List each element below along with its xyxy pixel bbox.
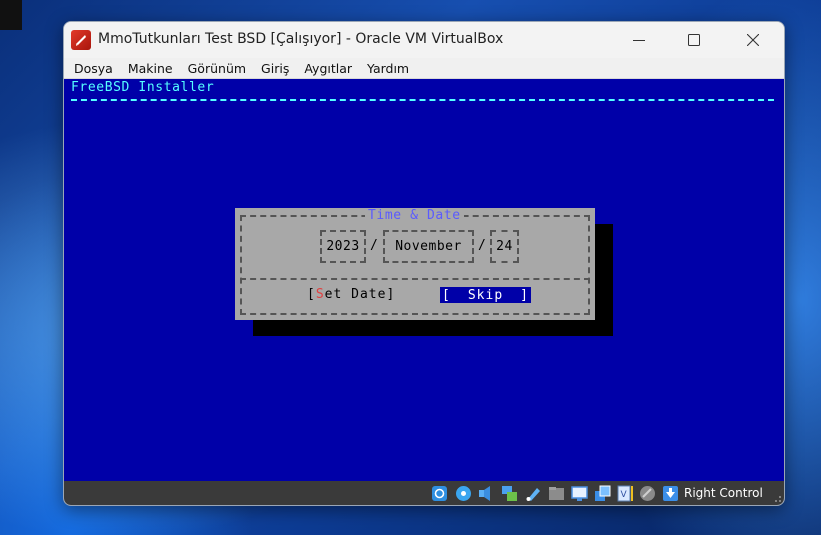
hard-disk-icon[interactable] — [431, 485, 448, 502]
resize-grip-icon[interactable] — [772, 493, 782, 503]
window-title: MmoTutkunları Test BSD [Çalışıyor] - Ora… — [98, 31, 504, 47]
usb-icon[interactable] — [525, 485, 542, 502]
skip-bracket-close: ] — [520, 287, 529, 303]
vm-screen[interactable]: FreeBSD Installer Time & Date 2023 / Nov… — [64, 79, 784, 481]
host-key-label: Right Control — [684, 486, 763, 500]
minimize-button[interactable] — [616, 27, 662, 53]
shared-folder-icon[interactable] — [548, 485, 565, 502]
set-date-label: et Date] — [324, 287, 396, 302]
skip-button[interactable]: [ Skip ] — [440, 287, 531, 303]
date-separator: / — [370, 238, 378, 253]
menu-aygitlar[interactable]: Aygıtlar — [304, 61, 352, 76]
maximize-button[interactable] — [671, 27, 717, 53]
maximize-icon — [688, 34, 700, 46]
skip-label: Skip — [467, 287, 504, 303]
recording-icon[interactable] — [594, 485, 611, 502]
svg-text:V: V — [621, 490, 628, 500]
status-bar: V Right Control — [64, 481, 784, 505]
close-icon — [747, 34, 759, 46]
month-field[interactable]: November — [383, 230, 474, 263]
desktop-corner — [0, 0, 22, 30]
year-field[interactable]: 2023 — [320, 230, 366, 263]
menu-bar: Dosya Makine Görünüm Giriş Aygıtlar Yard… — [64, 58, 784, 79]
skip-bracket-open: [ — [442, 287, 451, 303]
installer-title: FreeBSD Installer — [71, 80, 215, 95]
date-separator: / — [478, 238, 486, 253]
virtualbox-app-icon — [71, 30, 91, 50]
audio-icon[interactable] — [478, 485, 495, 502]
mouse-integration-icon[interactable] — [639, 485, 656, 502]
menu-makine[interactable]: Makine — [128, 61, 173, 76]
host-key-arrow-icon — [663, 486, 678, 501]
network-icon[interactable] — [501, 485, 518, 502]
set-date-button[interactable]: [Set Date] — [307, 287, 395, 302]
virtualization-icon[interactable]: V — [617, 485, 634, 502]
day-field[interactable]: 24 — [490, 230, 519, 263]
virtualbox-window: MmoTutkunları Test BSD [Çalışıyor] - Ora… — [63, 21, 785, 506]
menu-yardim[interactable]: Yardım — [367, 61, 409, 76]
title-bar[interactable]: MmoTutkunları Test BSD [Çalışıyor] - Ora… — [64, 22, 784, 58]
dialog-separator — [240, 278, 590, 280]
menu-giris[interactable]: Giriş — [261, 61, 289, 76]
close-button[interactable] — [730, 27, 776, 53]
title-underline — [71, 99, 774, 101]
set-date-hotkey: S — [315, 287, 325, 302]
minimize-icon — [633, 40, 645, 41]
optical-disk-icon[interactable] — [455, 485, 472, 502]
display-icon[interactable] — [571, 485, 588, 502]
menu-gorunum[interactable]: Görünüm — [188, 61, 246, 76]
menu-dosya[interactable]: Dosya — [74, 61, 113, 76]
set-date-bracket: [ — [307, 287, 316, 302]
time-date-dialog: Time & Date 2023 / November / 24 [Set Da… — [235, 208, 595, 320]
dialog-title: Time & Date — [365, 208, 464, 223]
